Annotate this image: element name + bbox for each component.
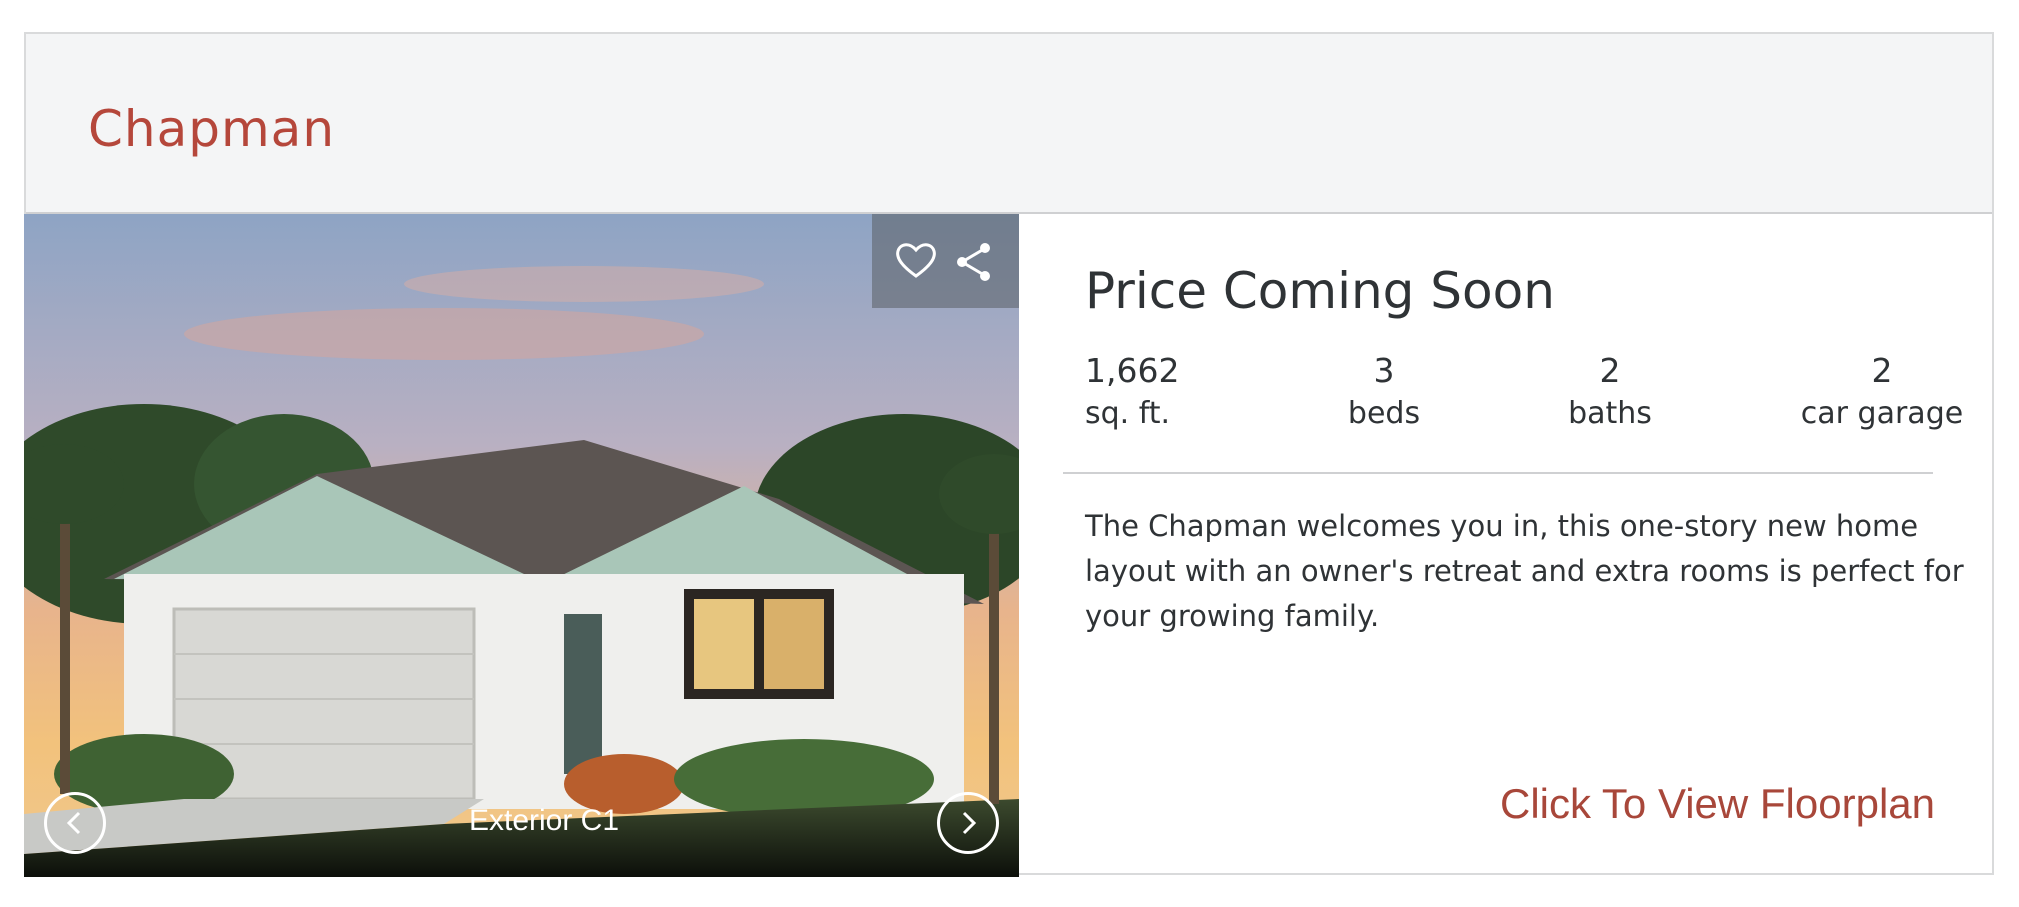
- view-floorplan-link[interactable]: Click To View Floorplan: [1500, 780, 1935, 828]
- heart-icon[interactable]: [894, 240, 938, 284]
- image-caption: Exterior C1: [468, 804, 620, 837]
- chevron-right-icon: [962, 811, 977, 835]
- stat-value: 2: [1599, 351, 1621, 390]
- plan-card: Chapman Exterior C1 Price Coming Soon 1,…: [24, 32, 1994, 877]
- next-image-button[interactable]: [937, 792, 999, 854]
- gallery-actions: [872, 214, 1019, 308]
- divider: [1063, 472, 1933, 474]
- stat-value: 3: [1373, 351, 1395, 390]
- share-icon[interactable]: [952, 240, 996, 288]
- stat-sqft: 1,662 sq. ft.: [1085, 351, 1179, 431]
- image-gallery[interactable]: Exterior C1: [24, 214, 1019, 877]
- stat-value: 2: [1871, 351, 1893, 390]
- home-exterior-image: [24, 214, 1019, 877]
- stat-value: 1,662: [1085, 351, 1180, 390]
- stat-label: sq. ft.: [1085, 396, 1171, 431]
- plan-details: Price Coming Soon 1,662 sq. ft. 3 beds 2…: [1019, 214, 1994, 875]
- stat-label: car garage: [1800, 396, 1964, 431]
- plan-description: The Chapman welcomes you in, this one-st…: [1085, 509, 1964, 633]
- stat-label: baths: [1568, 396, 1652, 431]
- stat-garage: 2 car garage: [1797, 351, 1967, 431]
- stat-beds: 3 beds: [1324, 351, 1444, 431]
- card-header: Chapman: [26, 34, 1992, 214]
- plan-title: Chapman: [88, 100, 336, 158]
- stat-label: beds: [1347, 396, 1421, 431]
- price-label: Price Coming Soon: [1085, 262, 1555, 320]
- stat-baths: 2 baths: [1550, 351, 1670, 431]
